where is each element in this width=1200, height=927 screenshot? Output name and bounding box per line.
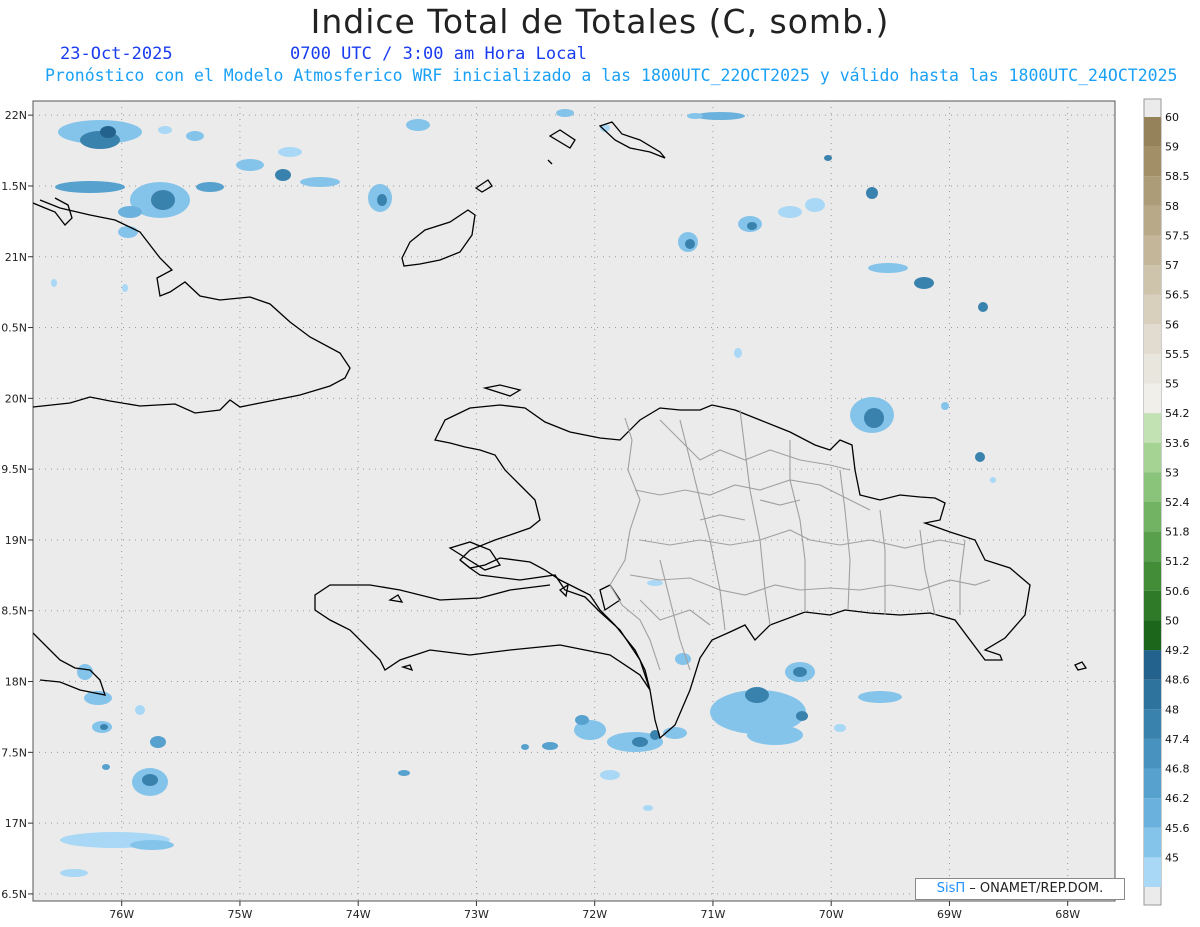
- colorbar-swatch: [1144, 590, 1161, 621]
- colorbar-swatch: [1144, 324, 1161, 354]
- lon-tick-label: 71W: [701, 908, 726, 921]
- colorbar-swatch: [1144, 650, 1161, 680]
- colorbar-swatch: [1144, 205, 1161, 236]
- colorbar-swatch: [1144, 738, 1161, 769]
- lon-tick-label: 74W: [346, 908, 371, 921]
- colorbar-label: 57.5: [1165, 229, 1190, 242]
- colorbar-swatch: [1144, 768, 1161, 799]
- lon-tick-label: 69W: [937, 908, 962, 921]
- colorbar-swatch: [1144, 561, 1161, 591]
- colorbar-label: 56.5: [1165, 289, 1190, 302]
- colorbar-swatch: [1144, 383, 1161, 414]
- colorbar-label: 55: [1165, 378, 1179, 391]
- colorbar-label: 49.2: [1165, 644, 1190, 657]
- lat-tick-label: 7.5N: [1, 746, 27, 759]
- colorbar-swatch: [1144, 857, 1161, 887]
- colorbar-swatch: [1144, 294, 1161, 325]
- lat-tick-label: 22N: [5, 109, 27, 122]
- colorbar-swatch: [1144, 176, 1161, 206]
- colorbar-swatch: [1144, 353, 1161, 384]
- colorbar-label: 48: [1165, 703, 1179, 716]
- lat-tick-label: 17N: [5, 817, 27, 830]
- colorbar-swatch: [1144, 413, 1161, 443]
- colorbar-legend: 60 59 58.5 58 57.5 57 56.5 56 55.5 55 54.2 53.6 53 52…: [1143, 98, 1190, 906]
- colorbar-swatch: [1144, 531, 1161, 562]
- colorbar-label: 60: [1165, 111, 1179, 124]
- colorbar-label: 55.5: [1165, 348, 1190, 361]
- colorbar-swatch: [1144, 235, 1161, 266]
- colorbar-label: 56: [1165, 318, 1179, 331]
- colorbar-swatch: [1144, 146, 1161, 177]
- colorbar-label: 53: [1165, 466, 1179, 479]
- credit-text: – ONAMET/REP.DOM.: [965, 881, 1104, 896]
- lat-tick-label: 21N: [5, 251, 27, 264]
- lon-tick-label: 68W: [1055, 908, 1080, 921]
- colorbar-swatch: [1144, 709, 1161, 739]
- lat-tick-label: 8.5N: [1, 605, 27, 618]
- lat-tick-label: 6.5N: [1, 888, 27, 901]
- colorbar-label: 45.6: [1165, 822, 1190, 835]
- lat-tick-label: 20N: [5, 392, 27, 405]
- colorbar-swatch: [1144, 620, 1161, 651]
- colorbar-label: 53.6: [1165, 437, 1190, 450]
- lon-tick-label: 75W: [228, 908, 253, 921]
- lat-tick-label: 9.5N: [1, 463, 27, 476]
- lon-tick-label: 73W: [464, 908, 489, 921]
- colorbar-swatch: [1144, 502, 1161, 532]
- longitude-labels: 76W 75W 74W 73W 72W 71W 70W 69W 68W: [109, 901, 1080, 921]
- sispi-logo: SisΠ: [936, 881, 966, 896]
- colorbar-label: 51.8: [1165, 526, 1190, 539]
- lon-tick-label: 70W: [819, 908, 844, 921]
- colorbar-swatch: [1144, 827, 1161, 858]
- colorbar-label: 54.2: [1165, 407, 1190, 420]
- colorbar-swatch: [1144, 472, 1161, 502]
- credit-box: SisΠ – ONAMET/REP.DOM.: [915, 878, 1125, 900]
- colorbar-label: 59: [1165, 141, 1179, 154]
- latitude-labels: 22N 1.5N 21N 0.5N 20N 9.5N 19N 8.5N 18N 7.5N 17N 6.…: [1, 109, 33, 901]
- colorbar-swatch: [1144, 679, 1161, 710]
- colorbar-label: 50: [1165, 614, 1179, 627]
- colorbar-label: 46.8: [1165, 763, 1190, 776]
- colorbar-swatch: [1144, 117, 1161, 147]
- lon-tick-label: 76W: [109, 908, 134, 921]
- lat-tick-label: 19N: [5, 534, 27, 547]
- colorbar-swatch: [1144, 442, 1161, 473]
- colorbar-label: 46.2: [1165, 792, 1190, 805]
- lat-tick-label: 1.5N: [1, 180, 27, 193]
- forecast-map: 22N 1.5N 21N 0.5N 20N 9.5N 19N 8.5N 18N 7.5N 17N 6.…: [1, 98, 1190, 921]
- colorbar-swatch: [1144, 265, 1161, 295]
- colorbar-label: 57: [1165, 259, 1179, 272]
- colorbar-label: 50.6: [1165, 585, 1190, 598]
- colorbar-label: 58.5: [1165, 170, 1190, 183]
- colorbar-label: 52.4: [1165, 496, 1190, 509]
- map-frame: [32, 100, 1116, 902]
- colorbar-label: 48.6: [1165, 674, 1190, 687]
- colorbar-swatch: [1144, 798, 1161, 828]
- colorbar-label: 47.4: [1165, 733, 1190, 746]
- lat-tick-label: 0.5N: [1, 322, 27, 335]
- lat-tick-label: 18N: [5, 676, 27, 689]
- colorbar-label: 45: [1165, 851, 1179, 864]
- colorbar-label: 51.2: [1165, 555, 1190, 568]
- colorbar-label: 58: [1165, 200, 1179, 213]
- lon-tick-label: 72W: [582, 908, 607, 921]
